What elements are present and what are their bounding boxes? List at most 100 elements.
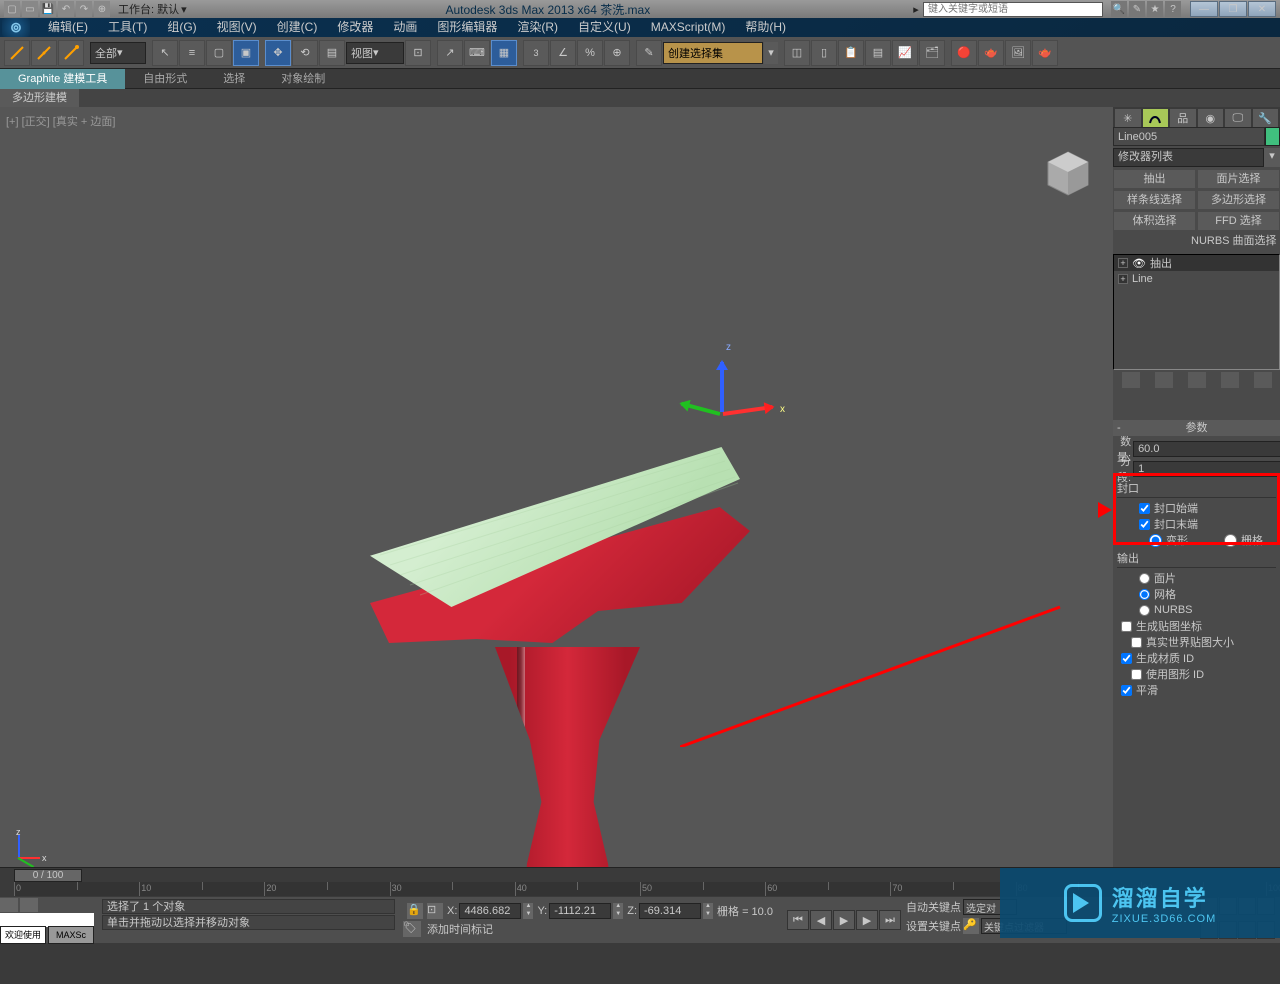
undo-icon[interactable]: ↶ xyxy=(58,1,74,17)
tab-motion-icon[interactable]: ◉ xyxy=(1198,109,1224,127)
configure-icon[interactable] xyxy=(1254,372,1272,388)
unlink-icon[interactable] xyxy=(31,40,57,66)
axis-z-handle[interactable] xyxy=(720,362,724,412)
btn-ffd-sel[interactable]: FFD 选择 xyxy=(1197,211,1280,231)
sub-tab-poly[interactable]: 多边形建模 xyxy=(0,89,79,107)
gen-mat-checkbox[interactable] xyxy=(1121,653,1132,664)
tab-paint[interactable]: 对象绘制 xyxy=(263,69,343,89)
render-setup-icon[interactable]: 🫖 xyxy=(978,40,1004,66)
tab-display-icon[interactable]: 🖵 xyxy=(1225,109,1251,127)
goto-end-icon[interactable]: ⏭ xyxy=(879,910,901,930)
abs-rel-icon[interactable]: ⊡ xyxy=(427,903,443,919)
btn-blank[interactable] xyxy=(1113,232,1187,252)
viewport[interactable]: [+] [正交] [真实 + 边面] z x xyxy=(0,107,1113,867)
bind-icon[interactable] xyxy=(58,40,84,66)
object-color-swatch[interactable] xyxy=(1265,127,1280,146)
out-mesh-radio[interactable] xyxy=(1139,589,1150,600)
edit-named-sel-icon[interactable]: ✎ xyxy=(636,40,662,66)
new-icon[interactable]: ▢ xyxy=(4,1,20,17)
coord-z-input[interactable] xyxy=(639,903,701,919)
keyboard-icon[interactable]: ⌨ xyxy=(464,40,490,66)
select-name-icon[interactable]: ≡ xyxy=(179,40,205,66)
named-sel-arrow[interactable]: ▾ xyxy=(764,42,778,64)
coord-y-input[interactable] xyxy=(549,903,611,919)
tab-create-icon[interactable]: ✳ xyxy=(1115,109,1141,127)
expand-icon[interactable]: + xyxy=(1118,258,1128,268)
link-icon[interactable]: ⊕ xyxy=(94,1,110,17)
help-icon2[interactable]: ? xyxy=(1165,1,1181,17)
auto-key-button[interactable]: 自动关键点 xyxy=(906,899,961,915)
tab-modify-icon[interactable] xyxy=(1143,109,1169,127)
viewport-label[interactable]: [+] [正交] [真实 + 边面] xyxy=(6,113,115,129)
render-prod-icon[interactable]: 🫖 xyxy=(1032,40,1058,66)
welcome-button[interactable]: 欢迎使用 xyxy=(0,926,46,944)
layers-icon[interactable]: 📋 xyxy=(838,40,864,66)
remove-mod-icon[interactable] xyxy=(1221,372,1239,388)
use-shape-checkbox[interactable] xyxy=(1131,669,1142,680)
scale-icon[interactable]: ▤ xyxy=(319,40,345,66)
tab-graphite[interactable]: Graphite 建模工具 xyxy=(0,69,125,89)
smooth-checkbox[interactable] xyxy=(1121,685,1132,696)
snap-3-icon[interactable]: 3 xyxy=(523,40,549,66)
maxscript-button[interactable]: MAXSc xyxy=(48,926,94,944)
menu-animation[interactable]: 动画 xyxy=(383,18,427,37)
set-key-button[interactable]: 设置关键点 xyxy=(906,918,961,934)
maximize-button[interactable]: ❐ xyxy=(1219,1,1247,17)
select-link-icon[interactable] xyxy=(4,40,30,66)
menu-graph[interactable]: 图形编辑器 xyxy=(427,18,507,37)
amount-input[interactable] xyxy=(1133,441,1280,457)
menu-tools[interactable]: 工具(T) xyxy=(98,18,157,37)
collapse-icon[interactable]: - xyxy=(1117,420,1121,436)
angle-snap-icon[interactable]: ∠ xyxy=(550,40,576,66)
script-mini[interactable] xyxy=(0,913,94,927)
select-rect-icon[interactable]: ▢ xyxy=(206,40,232,66)
pin-stack-icon[interactable] xyxy=(1122,372,1140,388)
gen-map-checkbox[interactable] xyxy=(1121,621,1132,632)
mirror-icon[interactable]: ◫ xyxy=(784,40,810,66)
move-icon[interactable]: ✥ xyxy=(265,40,291,66)
tab-freeform[interactable]: 自由形式 xyxy=(125,69,205,89)
selection-filter-dropdown[interactable]: 全部 ▾ xyxy=(90,42,146,64)
close-button[interactable]: ✕ xyxy=(1248,1,1276,17)
rollout-header[interactable]: - 参数 xyxy=(1113,420,1280,436)
show-end-icon[interactable] xyxy=(1155,372,1173,388)
communication-icon[interactable]: ✎ xyxy=(1129,1,1145,17)
btn-spline-sel[interactable]: 样条线选择 xyxy=(1113,190,1196,210)
search-input[interactable] xyxy=(923,2,1103,17)
lock-icon[interactable]: 🔒 xyxy=(407,903,423,919)
binoculars-icon[interactable]: 🔍 xyxy=(1111,1,1127,17)
btn-vol-sel[interactable]: 体积选择 xyxy=(1113,211,1196,231)
pivot-icon[interactable]: ⊡ xyxy=(405,40,431,66)
minimize-button[interactable]: — xyxy=(1190,1,1218,17)
key-icon[interactable]: 🔑 xyxy=(963,918,979,934)
menu-create[interactable]: 创建(C) xyxy=(267,18,328,37)
rotate-icon[interactable]: ⟲ xyxy=(292,40,318,66)
real-world-checkbox[interactable] xyxy=(1131,637,1142,648)
redo-icon[interactable]: ↷ xyxy=(76,1,92,17)
goto-start-icon[interactable]: ⏮ xyxy=(787,910,809,930)
make-unique-icon[interactable] xyxy=(1188,372,1206,388)
ref-coord-dropdown[interactable]: 视图 ▾ xyxy=(346,42,404,64)
help-arrow-icon[interactable]: ▸ xyxy=(909,3,923,16)
menu-group[interactable]: 组(G) xyxy=(157,18,206,37)
tab-hierarchy-icon[interactable]: 品 xyxy=(1170,109,1196,127)
stack-line[interactable]: + Line xyxy=(1114,271,1279,287)
manipulate-icon[interactable]: ↗ xyxy=(437,40,463,66)
menu-help[interactable]: 帮助(H) xyxy=(735,18,796,37)
viewcube[interactable] xyxy=(1043,147,1093,197)
app-menu-icon[interactable]: ⊚ xyxy=(2,18,30,37)
next-frame-icon[interactable]: ▶ xyxy=(856,910,878,930)
select-icon[interactable]: ↖ xyxy=(152,40,178,66)
schematic-icon[interactable]: 🗂 xyxy=(919,40,945,66)
morph-radio[interactable] xyxy=(1149,534,1162,547)
out-nurbs-radio[interactable] xyxy=(1139,605,1150,616)
object-name-input[interactable] xyxy=(1113,127,1265,146)
render-frame-icon[interactable]: 🖼 xyxy=(1005,40,1031,66)
isolate-icon[interactable] xyxy=(0,898,18,912)
btn-extrude[interactable]: 抽出 xyxy=(1113,169,1196,189)
menu-edit[interactable]: 编辑(E) xyxy=(38,18,98,37)
expand-icon[interactable]: + xyxy=(1118,274,1128,284)
menu-customize[interactable]: 自定义(U) xyxy=(568,18,641,37)
play-icon[interactable]: ▶ xyxy=(833,910,855,930)
btn-nurbs-sel[interactable]: NURBS 曲面选择 xyxy=(1187,232,1280,252)
